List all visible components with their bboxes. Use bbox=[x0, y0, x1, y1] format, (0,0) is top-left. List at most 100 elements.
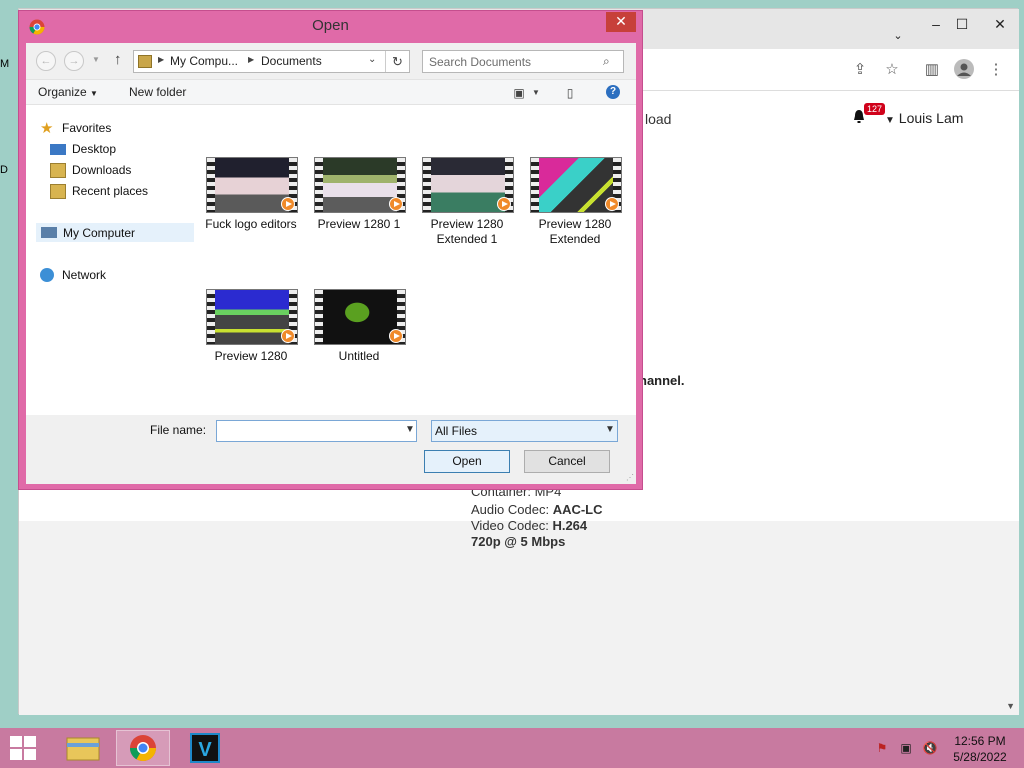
volume-muted-icon[interactable]: 🔇 bbox=[922, 741, 938, 755]
favorites-star-icon: ★ bbox=[40, 120, 54, 137]
dialog-body: ← → ▼ ↑ ▶ My Compu... ▶ Documents ⌄ ↻ ⌕ … bbox=[26, 43, 636, 484]
user-menu[interactable]: ▼ Louis Lam bbox=[885, 110, 963, 126]
dialog-title: Open bbox=[312, 17, 349, 34]
notification-badge: 127 bbox=[864, 103, 886, 115]
chrome-icon bbox=[129, 735, 157, 762]
taskbar-file-explorer[interactable] bbox=[56, 730, 110, 766]
quality-info: 720p @ 5 Mbps bbox=[471, 534, 566, 549]
side-panel-icon[interactable]: ▥ bbox=[921, 59, 943, 81]
navigation-pane: ★ Favorites Desktop Downloads Recent pla… bbox=[26, 105, 196, 415]
clock-date: 5/28/2022 bbox=[953, 750, 1007, 764]
file-type-value: All Files bbox=[435, 424, 478, 438]
tab-search-icon[interactable]: ⌄ bbox=[883, 25, 913, 47]
cancel-button[interactable]: Cancel bbox=[524, 450, 610, 473]
taskbar-app-v[interactable]: V bbox=[178, 730, 232, 766]
video-play-icon bbox=[497, 197, 511, 211]
chrome-menu-icon[interactable]: ⋮ bbox=[985, 59, 1007, 81]
v-app-icon: V bbox=[190, 733, 220, 763]
clock-time: 12:56 PM bbox=[954, 734, 1006, 748]
video-thumbnail bbox=[206, 289, 298, 345]
open-button[interactable]: Open bbox=[424, 450, 510, 473]
bookmark-star-icon[interactable]: ☆ bbox=[881, 59, 903, 81]
video-play-icon bbox=[605, 197, 619, 211]
open-dialog: Open ✕ ← → ▼ ↑ ▶ My Compu... ▶ Documents… bbox=[18, 10, 643, 490]
help-icon[interactable]: ? bbox=[606, 85, 620, 99]
video-thumbnail bbox=[530, 157, 622, 213]
video-thumbnail bbox=[314, 289, 406, 345]
file-tile[interactable]: Preview 1280 Extended 1 bbox=[412, 157, 518, 257]
search-input[interactable] bbox=[429, 54, 599, 69]
video-thumbnail bbox=[206, 157, 298, 213]
audio-codec-info: Audio Codec: AAC-LC bbox=[471, 502, 603, 517]
video-thumbnail bbox=[422, 157, 514, 213]
windows-logo-icon bbox=[10, 736, 22, 747]
video-codec-info: Video Codec: H.264 bbox=[471, 518, 588, 533]
file-list: Fuck logo editors Preview 1280 1 Preview bbox=[196, 105, 636, 415]
file-name-label: File name: bbox=[150, 423, 207, 437]
channel-text: hannel. bbox=[639, 373, 685, 388]
dialog-title-bar[interactable]: Open ✕ bbox=[19, 11, 642, 43]
scroll-down-arrow-icon[interactable]: ▼ bbox=[1006, 701, 1015, 711]
network-icon bbox=[40, 268, 54, 282]
file-tile[interactable]: Untitled bbox=[304, 289, 410, 389]
file-type-select[interactable]: All Files ▼ bbox=[431, 420, 618, 442]
file-tile[interactable]: Preview 1280 bbox=[196, 289, 302, 389]
address-row: ← → ▼ ↑ ▶ My Compu... ▶ Documents ⌄ ↻ ⌕ bbox=[26, 47, 636, 75]
folder-icon bbox=[138, 55, 152, 68]
resize-grip-icon[interactable]: ⋰ bbox=[626, 473, 634, 482]
nav-my-computer[interactable]: My Computer bbox=[36, 223, 194, 242]
taskbar-chrome[interactable] bbox=[116, 730, 170, 766]
search-icon[interactable]: ⌕ bbox=[603, 54, 610, 69]
breadcrumb-documents[interactable]: Documents bbox=[261, 54, 322, 68]
up-folder-button[interactable]: ↑ bbox=[114, 51, 122, 68]
desktop-icon bbox=[50, 144, 66, 155]
address-dropdown-icon[interactable]: ⌄ bbox=[368, 54, 376, 65]
change-view-icon[interactable]: ▣ bbox=[512, 84, 526, 102]
file-tile[interactable]: Preview 1280 Extended bbox=[520, 157, 626, 257]
video-play-icon bbox=[389, 197, 403, 211]
new-folder-button[interactable]: New folder bbox=[129, 85, 186, 99]
recent-locations-dropdown-icon[interactable]: ▼ bbox=[92, 55, 100, 64]
nav-link-download[interactable]: load bbox=[645, 111, 671, 127]
search-box[interactable]: ⌕ bbox=[422, 50, 624, 73]
user-name: Louis Lam bbox=[898, 110, 964, 126]
desktop-icon-edge: D bbox=[0, 164, 8, 176]
recent-places-icon bbox=[50, 184, 66, 199]
computer-icon bbox=[41, 227, 57, 238]
system-clock[interactable]: 12:56 PM 5/28/2022 bbox=[944, 733, 1016, 765]
breadcrumb-chevron-icon[interactable]: ▶ bbox=[248, 55, 254, 64]
forward-button[interactable]: → bbox=[64, 51, 84, 71]
file-name-combobox[interactable]: ▼ bbox=[216, 420, 417, 442]
chevron-down-icon: ▼ bbox=[90, 89, 98, 98]
preview-pane-icon[interactable]: ▯ bbox=[562, 84, 578, 102]
breadcrumb-my-computer[interactable]: My Compu... bbox=[170, 54, 238, 68]
video-play-icon bbox=[389, 329, 403, 343]
start-button[interactable] bbox=[10, 736, 38, 760]
maximize-icon[interactable]: ☐ bbox=[947, 13, 977, 35]
desktop-icon-edge: M bbox=[0, 58, 10, 70]
file-name-input[interactable] bbox=[220, 424, 392, 438]
dialog-close-button[interactable]: ✕ bbox=[606, 12, 636, 32]
chevron-down-icon: ▼ bbox=[885, 115, 895, 126]
network-status-icon[interactable]: ▣ bbox=[898, 741, 914, 755]
breadcrumb-chevron-icon[interactable]: ▶ bbox=[158, 55, 164, 64]
organize-button[interactable]: Organize ▼ bbox=[38, 85, 98, 99]
action-center-flag-icon[interactable]: ⚑ bbox=[874, 741, 890, 755]
profile-avatar-icon[interactable] bbox=[953, 59, 975, 81]
address-bar[interactable]: ▶ My Compu... ▶ Documents ⌄ ↻ bbox=[133, 50, 410, 73]
file-tile[interactable]: Fuck logo editors bbox=[196, 157, 302, 257]
downloads-folder-icon bbox=[50, 163, 66, 178]
share-icon[interactable]: ⇪ bbox=[849, 59, 871, 81]
file-explorer-icon bbox=[66, 737, 100, 761]
file-tile[interactable]: Preview 1280 1 bbox=[304, 157, 410, 257]
taskbar: V ⚑ ▣ 🔇 12:56 PM 5/28/2022 bbox=[0, 728, 1024, 768]
chevron-down-icon: ▼ bbox=[605, 424, 615, 435]
refresh-icon[interactable]: ↻ bbox=[385, 51, 409, 72]
video-play-icon bbox=[281, 329, 295, 343]
back-button[interactable]: ← bbox=[36, 51, 56, 71]
view-options-dropdown-icon[interactable]: ▼ bbox=[531, 84, 541, 102]
svg-text:V: V bbox=[198, 739, 212, 761]
chevron-down-icon[interactable]: ▼ bbox=[405, 424, 415, 435]
video-play-icon bbox=[281, 197, 295, 211]
close-window-icon[interactable]: ✕ bbox=[985, 13, 1015, 35]
